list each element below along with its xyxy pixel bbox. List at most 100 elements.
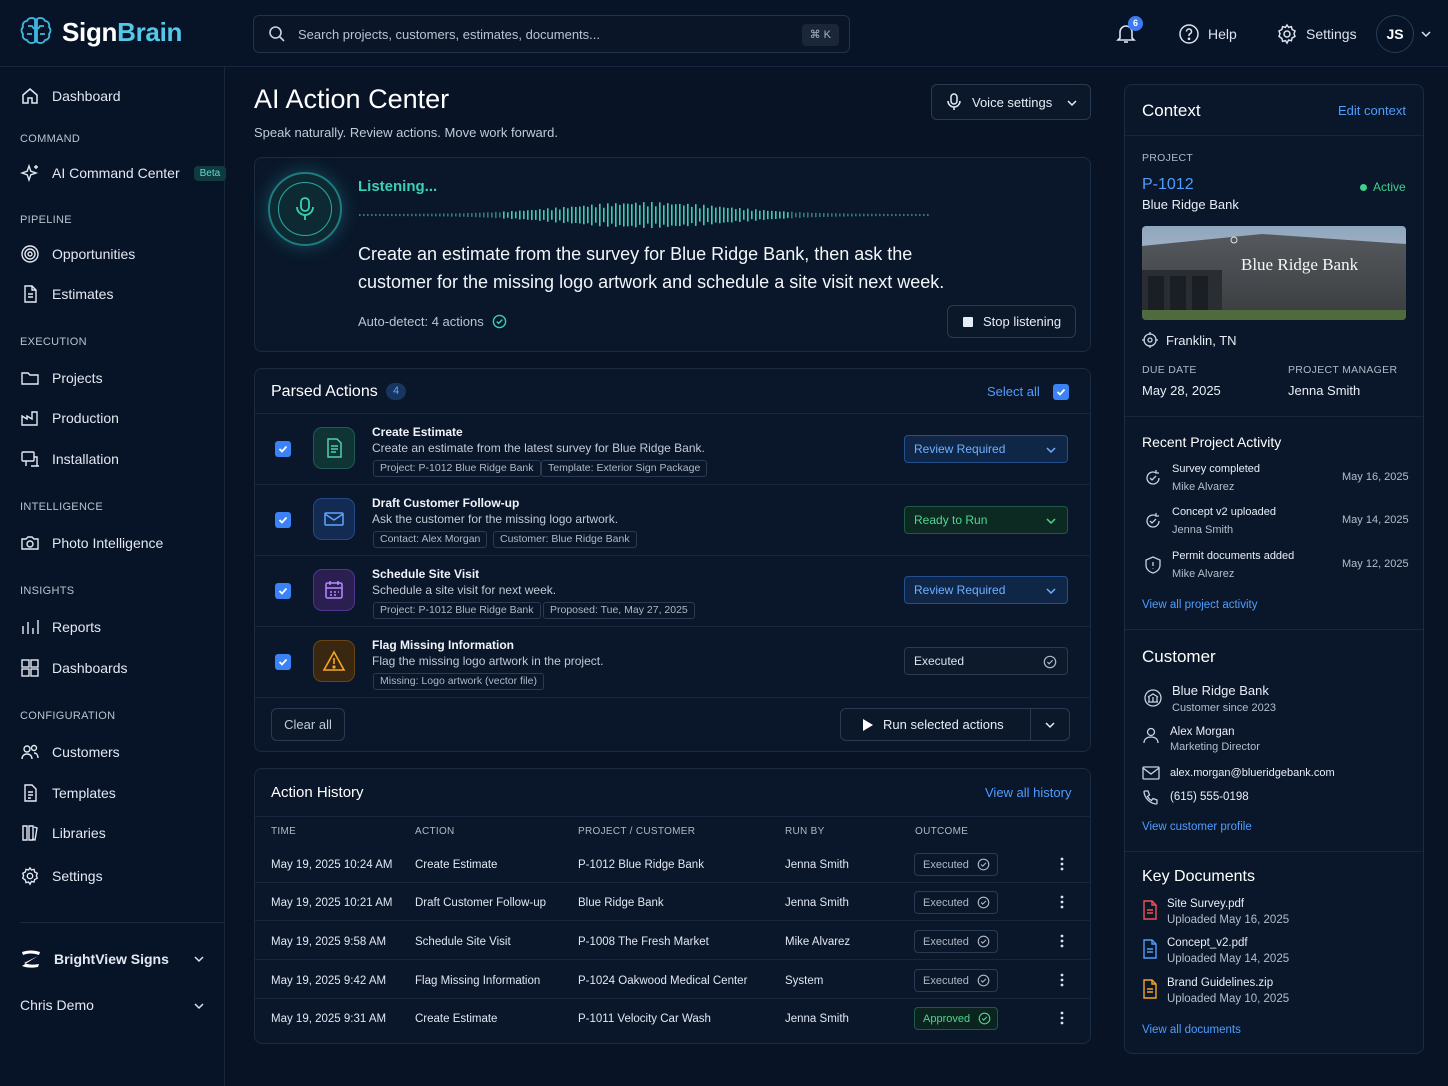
clear-all-button[interactable]: Clear all xyxy=(271,708,345,741)
waveform-bar xyxy=(591,204,593,226)
waveform-bar xyxy=(915,213,917,217)
search-input[interactable] xyxy=(298,26,778,42)
action-checkbox[interactable] xyxy=(275,441,291,457)
voice-settings-button[interactable]: Voice settings xyxy=(931,84,1091,120)
sidebar-item-photo-intelligence[interactable]: Photo Intelligence xyxy=(20,533,163,553)
action-status-dropdown[interactable]: Review Required xyxy=(904,435,1068,463)
waveform-bar xyxy=(899,213,901,217)
logo-text-sign: Sign xyxy=(62,16,118,47)
project-photo[interactable]: Blue Ridge Bank xyxy=(1142,226,1406,320)
view-all-documents-link[interactable]: View all documents xyxy=(1142,1024,1241,1036)
waveform-bar xyxy=(755,209,757,221)
history-action: Create Estimate xyxy=(415,1013,498,1025)
waveform-bar xyxy=(727,207,729,223)
row-menu-icon[interactable] xyxy=(1059,972,1065,988)
select-all-checkbox[interactable] xyxy=(1053,384,1069,400)
row-menu-icon[interactable] xyxy=(1059,856,1065,872)
document-name[interactable]: Concept_v2.pdf xyxy=(1167,937,1248,949)
sidebar-item-production[interactable]: Production xyxy=(20,408,119,428)
sidebar-item-templates[interactable]: Templates xyxy=(20,783,116,803)
select-all-link[interactable]: Select all xyxy=(987,384,1040,399)
sidebar-item-opportunities[interactable]: Opportunities xyxy=(20,244,135,264)
view-customer-profile-link[interactable]: View customer profile xyxy=(1142,821,1252,833)
sidebar-item-projects[interactable]: Projects xyxy=(20,368,103,388)
org-switcher[interactable]: BrightView Signs xyxy=(20,948,210,970)
row-menu-icon[interactable] xyxy=(1059,933,1065,949)
mic-button[interactable] xyxy=(268,172,342,246)
history-run-by: System xyxy=(785,975,824,987)
logo-text-brain: Brain xyxy=(117,16,183,47)
help-button[interactable]: Help xyxy=(1178,23,1237,45)
global-search[interactable]: ⌘ K xyxy=(253,15,850,53)
nav-section-configuration: CONFIGURATION xyxy=(20,710,116,722)
sidebar-item-estimates[interactable]: Estimates xyxy=(20,284,113,304)
project-id-link[interactable]: P-1012 xyxy=(1142,176,1194,194)
sidebar-item-label: Dashboards xyxy=(52,660,128,676)
chevron-down-icon[interactable] xyxy=(193,1000,205,1012)
sparkle-icon xyxy=(20,163,40,183)
sidebar-item-ai-command-center[interactable]: AI Command Center Beta xyxy=(20,163,227,183)
waveform-bar xyxy=(543,210,545,220)
view-all-activity-link[interactable]: View all project activity xyxy=(1142,599,1257,611)
action-tag: Proposed: Tue, May 27, 2025 xyxy=(543,602,695,619)
chevron-down-icon[interactable] xyxy=(193,953,205,965)
sidebar-item-reports[interactable]: Reports xyxy=(20,617,101,637)
run-options-dropdown[interactable] xyxy=(1030,708,1070,741)
action-tag: Template: Exterior Sign Package xyxy=(541,460,708,477)
document-name[interactable]: Site Survey.pdf xyxy=(1167,898,1244,910)
bank-sign-text: Blue Ridge Bank xyxy=(1241,255,1359,274)
waveform-bar xyxy=(847,213,849,217)
waveform-bar xyxy=(831,213,833,217)
row-menu-icon[interactable] xyxy=(1059,1010,1065,1026)
waveform-bar xyxy=(475,212,477,218)
check-circle-icon xyxy=(1043,655,1057,669)
waveform-bar xyxy=(691,206,693,224)
action-checkbox[interactable] xyxy=(275,512,291,528)
check-circle-icon xyxy=(978,1012,991,1025)
contact-email[interactable]: alex.morgan@blueridgebank.com xyxy=(1170,767,1335,779)
run-selected-button[interactable]: Run selected actions xyxy=(840,708,1031,741)
waveform-bar xyxy=(799,212,801,218)
contact-phone[interactable]: (615) 555-0198 xyxy=(1170,791,1249,803)
edit-context-link[interactable]: Edit context xyxy=(1338,103,1406,118)
row-menu-icon[interactable] xyxy=(1059,894,1065,910)
parsed-actions-title: Parsed Actions xyxy=(271,383,378,400)
divider xyxy=(255,413,1090,414)
sidebar-item-settings[interactable]: Settings xyxy=(20,866,103,886)
history-action: Draft Customer Follow-up xyxy=(415,897,547,909)
divider xyxy=(255,816,1090,817)
sidebar-item-libraries[interactable]: Libraries xyxy=(20,823,106,843)
waveform-bar xyxy=(587,206,589,224)
history-action: Flag Missing Information xyxy=(415,975,541,987)
org-logo-icon xyxy=(20,948,42,970)
action-status-dropdown[interactable]: Review Required xyxy=(904,576,1068,604)
nav-section-command: COMMAND xyxy=(20,133,81,145)
notifications-button[interactable]: 6 xyxy=(1115,16,1143,44)
action-status-dropdown[interactable]: Ready to Run xyxy=(904,506,1068,534)
stop-listening-button[interactable]: Stop listening xyxy=(947,305,1076,338)
chevron-down-icon[interactable] xyxy=(1420,28,1432,40)
waveform-bar xyxy=(851,213,853,217)
template-icon xyxy=(20,783,40,803)
history-project: Blue Ridge Bank xyxy=(578,897,664,909)
settings-button[interactable]: Settings xyxy=(1276,23,1357,45)
waveform-bar xyxy=(567,208,569,222)
top-bar: SignBrain ⌘ K 6 Help Settings JS xyxy=(0,0,1448,67)
logo[interactable]: SignBrain xyxy=(18,14,182,50)
action-checkbox[interactable] xyxy=(275,583,291,599)
sidebar-item-dashboards[interactable]: Dashboards xyxy=(20,658,128,678)
waveform-bar xyxy=(387,213,389,217)
user-switcher[interactable]: Chris Demo xyxy=(20,997,94,1013)
action-checkbox[interactable] xyxy=(275,654,291,670)
document-name[interactable]: Brand Guidelines.zip xyxy=(1167,977,1273,989)
action-description: Schedule a site visit for next week. xyxy=(372,583,557,597)
sidebar-item-dashboard[interactable]: Dashboard xyxy=(20,86,121,106)
action-tag: Project: P-1012 Blue Ridge Bank xyxy=(373,602,541,619)
view-all-history-link[interactable]: View all history xyxy=(985,785,1071,800)
sidebar-item-customers[interactable]: Customers xyxy=(20,742,120,762)
user-avatar[interactable]: JS xyxy=(1376,15,1414,53)
camera-icon xyxy=(20,533,40,553)
sidebar-item-installation[interactable]: Installation xyxy=(20,449,119,469)
history-outcome-badge: Approved xyxy=(914,1007,998,1030)
check-circle-icon xyxy=(977,935,990,948)
